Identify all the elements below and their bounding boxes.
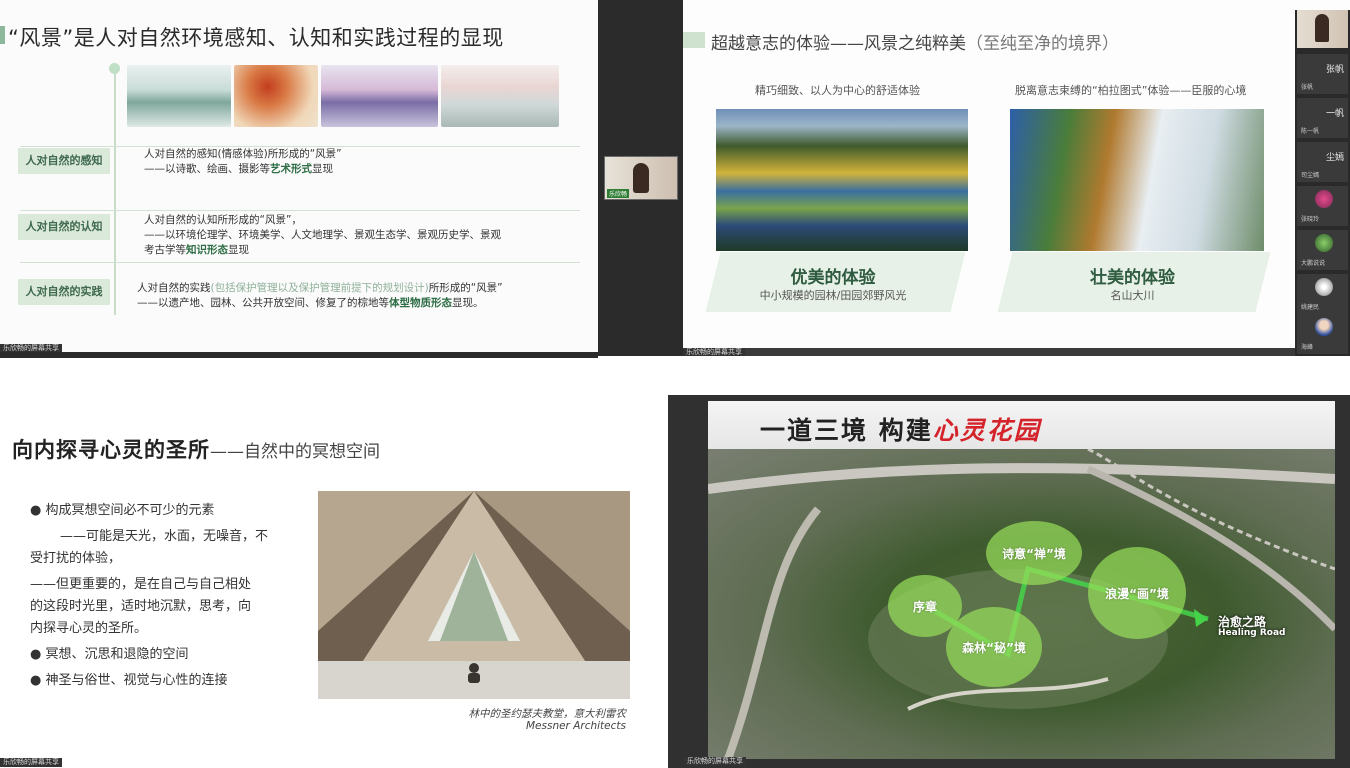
slide-landscape-perception: “风景”是人对自然环境感知、认知和实践过程的显现 人对自然的感知 人对自然的感知… xyxy=(0,0,598,352)
label-practice: 人对自然的实践 xyxy=(18,279,110,305)
timeline-line xyxy=(114,70,116,315)
chapel-photo xyxy=(318,491,630,699)
presenter-video[interactable] xyxy=(1297,10,1348,48)
sublime-heading: 壮美的体验 xyxy=(1090,268,1175,288)
bubble-romantic-painting: 浪漫“画”境 xyxy=(1088,547,1186,639)
slide-title: 一道三境 构建心灵花园 xyxy=(760,416,1041,445)
chapel-interior-graphic xyxy=(318,491,630,699)
timeline-dot xyxy=(109,63,120,74)
flower-avatar xyxy=(1315,190,1333,208)
terrace-photo xyxy=(716,109,968,251)
screen-share-label: 乐欣畅的屏幕共享 xyxy=(0,758,62,767)
presenter-avatar xyxy=(1315,14,1329,42)
bubble-poetic-zen: 诗意“禅”境 xyxy=(986,521,1082,585)
plant-avatar xyxy=(1315,234,1333,252)
participant-tile[interactable]: 尘嫣 司尘嫣 xyxy=(1297,142,1348,182)
aerial-map-graphic xyxy=(708,449,1335,759)
screen-share-label: 乐欣畅的屏幕共享 xyxy=(684,757,746,766)
aerial-map xyxy=(708,449,1335,759)
title-accent-bar xyxy=(0,26,5,44)
cognition-text: 人对自然的认知所形成的“风景”， ——以环境伦理学、环境美学、人文地理学、景观生… xyxy=(144,214,501,256)
gutter xyxy=(0,352,598,358)
label-cognition: 人对自然的认知 xyxy=(18,214,110,240)
screen-share-label: 乐欣畅的屏幕共享 xyxy=(683,348,745,356)
participant-tile[interactable]: 姚建民 xyxy=(1297,274,1348,314)
participant-tile[interactable]: 一帆 陈一帆 xyxy=(1297,98,1348,138)
sublime-desc: 名山大川 xyxy=(1110,289,1155,302)
participant-tile[interactable]: 大鹏说说 xyxy=(1297,230,1348,270)
bubble-forest-secret: 森林“秘”境 xyxy=(946,607,1042,687)
slide-bottom-bar xyxy=(683,348,1295,356)
practice-text: 人对自然的实践(包括保护管理以及保护管理前提下的规划设计)所形成的“风景” ——… xyxy=(137,282,503,309)
beautiful-desc: 中小规模的园林/田园郊野风光 xyxy=(759,289,907,302)
slide-title: “风景”是人对自然环境感知、认知和实践过程的显现 xyxy=(8,26,504,50)
slide-title: 超越意志的体验——风景之纯粹美（至纯至净的境界） xyxy=(711,34,1119,54)
person-avatar xyxy=(1315,318,1333,336)
participant-panel: 张帆 张帆 一帆 陈一帆 尘嫣 司尘嫣 张晓玲 大鹏说说 姚建民 海峰 xyxy=(1295,10,1350,356)
waterfall-photo xyxy=(1010,109,1264,251)
participant-tile[interactable]: 张晓玲 xyxy=(1297,186,1348,226)
speaker-name: 乐欣畅 xyxy=(607,189,630,198)
left-caption: 精巧细致、以人为中心的舒适体验 xyxy=(755,84,920,97)
photo-caption-cn: 林中的圣约瑟夫教堂，意大利雷农 xyxy=(468,708,627,720)
right-caption: 脱离意志束缚的“柏拉图式”体验——臣服的心境 xyxy=(1015,84,1247,97)
disc-avatar xyxy=(1315,278,1333,296)
slide-meditation-space: 向内探寻心灵的圣所——自然中的冥想空间 ● 构成冥想空间必不可少的元素 ——可能… xyxy=(0,390,640,768)
beautiful-heading: 优美的体验 xyxy=(790,268,876,288)
slide-body: ● 构成冥想空间必不可少的元素 ——可能是天光，水面，无噪音，不 受打扰的体验，… xyxy=(30,503,269,688)
mountain-painting xyxy=(321,65,438,127)
label-perception: 人对自然的感知 xyxy=(18,148,110,174)
screen-share-label: 乐欣畅的屏幕共享 xyxy=(0,344,62,352)
speaker-avatar xyxy=(633,163,649,193)
healing-road-en: Healing Road xyxy=(1218,628,1286,638)
row-divider xyxy=(20,210,580,211)
row-divider xyxy=(20,262,580,263)
photo-caption-en: Messner Architects xyxy=(525,720,626,732)
ink-painting-lake xyxy=(127,65,231,127)
participant-tile[interactable]: 张帆 张帆 xyxy=(1297,54,1348,94)
perception-text: 人对自然的感知(情感体验)所形成的“风景” ——以诗歌、绘画、摄影等艺术形式显现 xyxy=(144,148,342,175)
title-accent-block xyxy=(683,32,705,48)
participant-tile[interactable]: 海峰 xyxy=(1297,314,1348,354)
slide-healing-garden: 一道三境 构建心灵花园 诗意“禅”境 序章 浪漫“画”境 森林“秘”境 治愈之路… xyxy=(668,395,1350,768)
autumn-painting xyxy=(234,65,318,127)
speaker-thumbnail[interactable]: 乐欣畅 xyxy=(604,156,678,200)
slide-title: 向内探寻心灵的圣所——自然中的冥想空间 xyxy=(12,438,380,462)
slide-pure-beauty: 超越意志的体验——风景之纯粹美（至纯至净的境界） 精巧细致、以人为中心的舒适体验… xyxy=(683,0,1350,356)
boat-painting xyxy=(441,65,559,127)
